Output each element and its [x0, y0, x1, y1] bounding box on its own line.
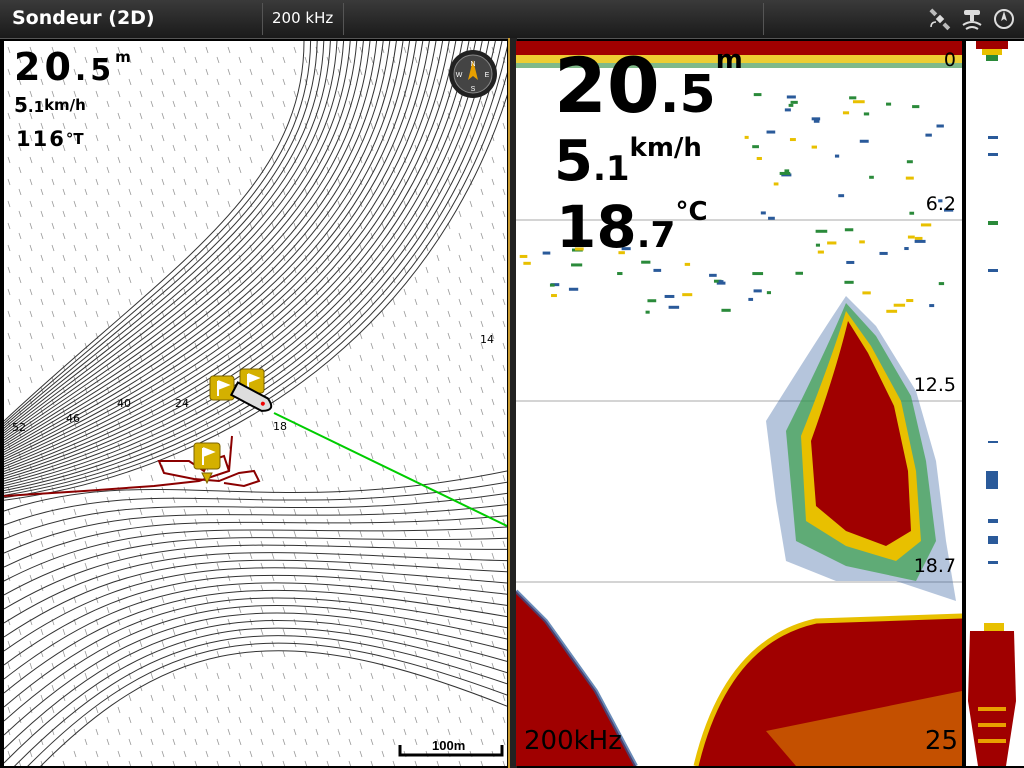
- sonar-speed-readout: 5.1km/h: [554, 129, 702, 194]
- chart-heading-readout: 116°T: [16, 127, 84, 151]
- top-bar: Sondeur (2D) 200 kHz: [0, 0, 1024, 39]
- compass-rose-icon[interactable]: N E S W: [449, 50, 497, 98]
- svg-text:W: W: [456, 72, 463, 79]
- svg-text:E: E: [485, 72, 490, 79]
- sonar-frequency-label: 200kHz: [524, 726, 622, 756]
- contour-label: 18: [273, 420, 287, 433]
- contour-label: 52: [12, 421, 26, 434]
- status-icons: [928, 6, 1016, 32]
- water-temperature-readout: 18.7°C: [556, 193, 708, 261]
- depth-scale-label: 12.5: [913, 374, 956, 396]
- waypoint-flag-icon[interactable]: [209, 375, 235, 401]
- contour-label: 40: [117, 397, 131, 410]
- separator: [262, 3, 263, 35]
- separator: [763, 3, 764, 35]
- a-scope: [968, 41, 1016, 766]
- sonar-depth-readout: 20.5m: [554, 41, 743, 130]
- contour-label: 14: [480, 333, 494, 346]
- compass-status-icon[interactable]: [992, 7, 1016, 31]
- depth-scale: [932, 41, 1024, 766]
- scale-label: 100m: [432, 738, 466, 753]
- chart-depth-readout: 20.5m: [14, 45, 131, 89]
- contour-label: 46: [66, 412, 80, 425]
- chart-pane[interactable]: N E S W 52 46 40 24 18 14 20.5m 5.1km/h …: [4, 41, 507, 766]
- sonar-range-label: 25: [924, 726, 958, 756]
- depth-scale-label: 6.2: [925, 193, 956, 215]
- sonar-pane[interactable]: 20.5m 5.1km/h 18.7°C 200kHz 25 0 6.2 12.…: [516, 41, 962, 766]
- satellite-icon[interactable]: [928, 7, 952, 31]
- svg-text:N: N: [470, 61, 475, 68]
- depth-scale-label: 0: [943, 49, 956, 71]
- frequency-status[interactable]: 200 kHz: [272, 9, 333, 27]
- page-title[interactable]: Sondeur (2D): [12, 7, 155, 29]
- svg-text:S: S: [471, 86, 476, 93]
- depth-scale-label: 18.7: [913, 555, 956, 577]
- chart-speed-readout: 5.1km/h: [14, 93, 86, 117]
- separator: [343, 3, 344, 35]
- sonar-transducer-icon[interactable]: [960, 7, 984, 31]
- contour-label: 24: [175, 397, 189, 410]
